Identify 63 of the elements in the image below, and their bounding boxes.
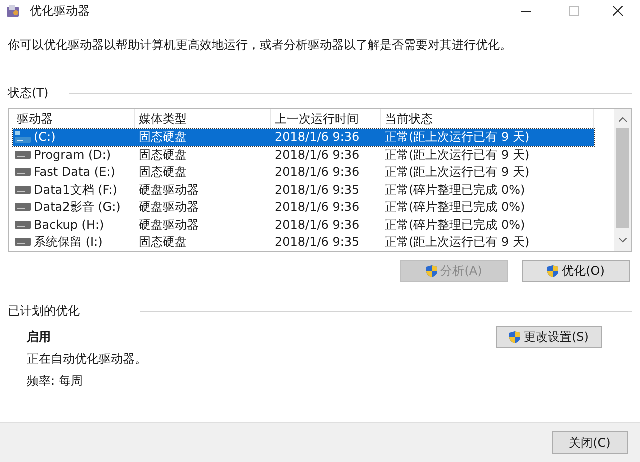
last-run-time: 2018/1/6 9:35 <box>274 234 361 252</box>
drive-status: 正常(碎片整理已完成 0%) <box>384 182 526 199</box>
drive-status: 正常(距上次运行已有 9 天) <box>384 164 531 182</box>
last-run-time: 2018/1/6 9:36 <box>274 199 361 216</box>
drive-name: Program (D:) <box>34 146 112 164</box>
drive-icon <box>15 220 31 229</box>
drive-name: Data2影音 (G:) <box>34 199 121 216</box>
action-button[interactable]: 优化(O) <box>522 260 630 282</box>
drive-name: (C:) <box>34 129 56 146</box>
schedule-detail: 正在自动优化驱动器。 <box>27 351 148 368</box>
drive-row[interactable]: Program (D:) 固态硬盘 2018/1/6 9:36 正常(距上次运行已有 9 天) <box>13 146 594 164</box>
last-run-time: 2018/1/6 9:36 <box>274 146 361 164</box>
section-label: 状态(T) <box>8 85 49 102</box>
drive-status: 正常(距上次运行已有 9 天) <box>384 146 531 164</box>
shield-icon <box>547 264 560 278</box>
scrollbar[interactable] <box>614 109 631 251</box>
drive-icon <box>15 168 31 176</box>
schedule-frequency: 频率: 每周 <box>27 373 84 390</box>
close-dialog-button[interactable]: 关闭(C) <box>552 431 628 454</box>
shield-icon <box>426 264 438 278</box>
schedule-status: 启用 <box>27 329 52 346</box>
description-text: 你可以优化驱动器以帮助计算机更高效地运行，或者分析驱动器以了解是否需要对其进行优化。 <box>8 37 513 54</box>
drive-icon <box>15 238 31 246</box>
minimize-icon <box>521 10 531 12</box>
last-run-time: 2018/1/6 9:35 <box>274 182 361 199</box>
drive-name: Data1文档 (F:) <box>34 182 118 199</box>
scroll-up-icon[interactable] <box>618 117 626 122</box>
media-type: 硬盘驱动器 <box>138 216 200 234</box>
drive-status: 正常(碎片整理已完成 0%) <box>384 216 526 234</box>
drive-status: 正常(距上次运行已有 9 天) <box>384 129 531 146</box>
section-label: 已计划的优化 <box>8 303 80 320</box>
drive-icon <box>15 150 31 159</box>
media-type: 硬盘驱动器 <box>138 199 200 216</box>
media-type: 固态硬盘 <box>138 164 188 182</box>
drive-row[interactable]: Fast Data (E:) 固态硬盘 2018/1/6 9:36 正常(距上次运行已有 9 天) <box>13 164 594 181</box>
drive-row[interactable]: 系统保留 (I:) 固态硬盘 2018/1/6 9:35 正常(距上次运行已有 9 天) <box>13 234 594 251</box>
last-run-time: 2018/1/6 9:36 <box>274 129 361 146</box>
drive-status: 正常(距上次运行已有 9 天) <box>384 234 531 252</box>
drive-icon <box>15 203 31 212</box>
maximize-icon <box>569 6 579 16</box>
drive-name: Fast Data (E:) <box>34 164 116 182</box>
drive-row[interactable]: Data1文档 (F:) 硬盘驱动器 2018/1/6 9:35 正常(碎片整理已完成 0%) <box>13 181 594 198</box>
drive-row[interactable]: Data2影音 (G:) 硬盘驱动器 2018/1/6 9:36 正常(碎片整理已完成 0%) <box>13 198 594 216</box>
media-type: 硬盘驱动器 <box>138 182 200 199</box>
drive-name: 系统保留 (I:) <box>34 234 103 252</box>
close-icon <box>613 6 623 16</box>
drive-name: Backup (H:) <box>34 216 104 234</box>
drive-row[interactable]: Backup (H:) 硬盘驱动器 2018/1/6 9:36 正常(碎片整理已完成 0%) <box>13 216 594 234</box>
shield-icon <box>509 330 521 344</box>
change-settings-button[interactable]: 更改设置(S) <box>496 326 602 348</box>
scroll-thumb[interactable] <box>616 128 629 228</box>
last-run-time: 2018/1/6 9:36 <box>274 216 361 234</box>
media-type: 固态硬盘 <box>138 146 188 164</box>
media-type: 固态硬盘 <box>138 234 188 252</box>
window-title: 优化驱动器 <box>30 3 90 20</box>
drive-row[interactable]: (C:) 固态硬盘 2018/1/6 9:36 正常(距上次运行已有 9 天) <box>13 128 594 146</box>
app-icon <box>6 4 20 18</box>
scroll-down-icon[interactable] <box>618 238 626 243</box>
drive-icon <box>15 186 31 194</box>
system-drive-icon <box>15 131 31 144</box>
drive-status: 正常(碎片整理已完成 0%) <box>384 199 526 216</box>
last-run-time: 2018/1/6 9:36 <box>274 164 361 182</box>
media-type: 固态硬盘 <box>138 129 188 146</box>
